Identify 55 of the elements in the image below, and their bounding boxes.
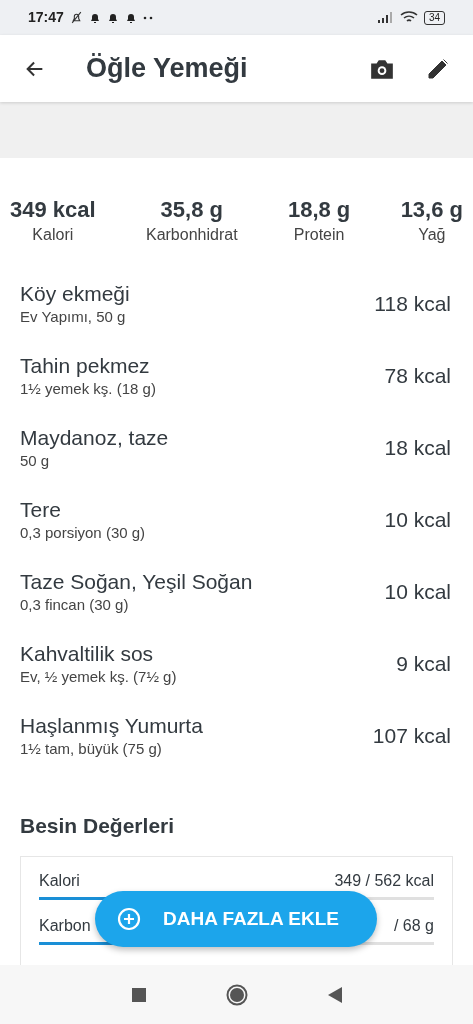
food-row[interactable]: Tahin pekmez 1½ yemek kş. (18 g) 78 kcal [0,340,473,412]
food-row[interactable]: Köy ekmeği Ev Yapımı, 50 g 118 kcal [0,268,473,340]
nutrient-reading: / 68 g [393,915,434,936]
plus-circle-icon [117,907,141,931]
summary-value: 349 kcal [10,196,96,224]
food-name: Haşlanmış Yumurta [20,713,203,739]
bell-icon [88,11,101,24]
summary-label: Yağ [418,225,446,245]
food-calories: 107 kcal [372,723,452,750]
food-name: Tere [20,497,62,523]
summary-label: Protein [293,225,345,245]
food-portion: Ev Yapımı, 50 g [20,307,127,327]
food-portion: 0,3 porsiyon (30 g) [20,523,146,543]
food-portion: 1½ tam, büyük (75 g) [20,739,163,759]
food-row[interactable]: Tere 0,3 porsiyon (30 g) 10 kcal [0,484,473,556]
food-calories: 78 kcal [384,363,452,390]
food-portion: Ev, ½ yemek kş. (7½ g) [20,667,177,687]
recents-icon[interactable] [131,987,146,1002]
more-dots-icon [142,15,153,20]
food-calories: 118 kcal [374,291,452,318]
status-time: 17:47 [28,8,64,27]
food-name: Kahvaltilik sos [20,641,155,667]
section-title: Besin Değerleri [19,813,176,839]
food-row[interactable]: Maydanoz, taze 50 g 18 kcal [0,412,473,484]
food-portion: 50 g [20,451,51,471]
food-portion: 0,3 fincan (30 g) [20,595,130,615]
food-row[interactable]: Haşlanmış Yumurta 1½ tam, büyük (75 g) 107 kcal [0,700,473,772]
back-nav-icon[interactable] [327,986,342,1003]
summary-value: 18,8 g [287,196,351,224]
food-portion: 1½ yemek kş. (18 g) [20,379,156,399]
nutrient-label: Karbon [39,915,91,936]
nutrient-reading: 349 / 562 kcal [334,870,434,891]
window-title: Öğle Yemeği [86,52,249,86]
battery-indicator: 34 [423,10,445,25]
bell-icon [106,11,119,24]
food-name: Maydanoz, taze [20,425,169,451]
muted-bell-icon [69,11,83,24]
food-row[interactable]: Taze Soğan, Yeşil Soğan 0,3 fincan (30 g) 10 kcal [0,556,473,628]
food-calories: 18 kcal [384,435,452,462]
food-calories: 10 kcal [384,579,452,606]
food-name: Tahin pekmez [20,353,151,379]
signal-icon [377,12,394,23]
food-calories: 10 kcal [384,507,452,534]
nutrient-label: Kalori [39,870,80,891]
bell-icon [124,11,137,24]
home-icon[interactable] [225,983,248,1006]
summary-value: 13,6 g [400,196,463,224]
summary-value: 35,8 g [160,196,223,224]
food-name: Köy ekmeği [20,281,130,307]
summary-label: Kalori [32,225,74,245]
food-name: Taze Soğan, Yeşil Soğan [20,569,253,595]
food-row[interactable]: Kahvaltilik sos Ev, ½ yemek kş. (7½ g) 9 kcal [0,628,473,700]
wifi-icon [399,11,418,24]
summary-label: Karbonhidrat [145,225,238,245]
food-calories: 9 kcal [396,651,452,678]
